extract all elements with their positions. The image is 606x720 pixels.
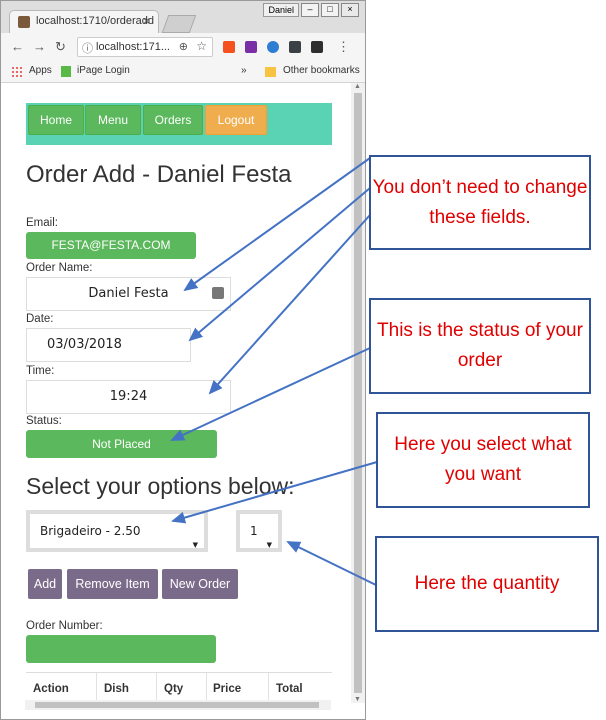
arrow-to-dish-select	[171, 461, 378, 524]
arrow-to-quantity	[286, 541, 377, 586]
callout-no-change-text: You don’t need to change these fields.	[372, 176, 588, 228]
callout-select-text: Here you select what you want	[394, 434, 572, 485]
callout-select: Here you select what you want	[376, 412, 590, 508]
callout-quantity: Here the quantity	[375, 536, 599, 632]
arrow-to-order-name	[183, 157, 371, 292]
callout-status-text: This is the status of your order	[377, 320, 583, 371]
callout-no-change: You don’t need to change these fields.	[369, 155, 591, 250]
callout-status: This is the status of your order	[369, 298, 591, 394]
arrow-to-date	[188, 187, 371, 342]
callout-quantity-text: Here the quantity	[414, 573, 560, 594]
arrow-to-status	[170, 347, 371, 441]
